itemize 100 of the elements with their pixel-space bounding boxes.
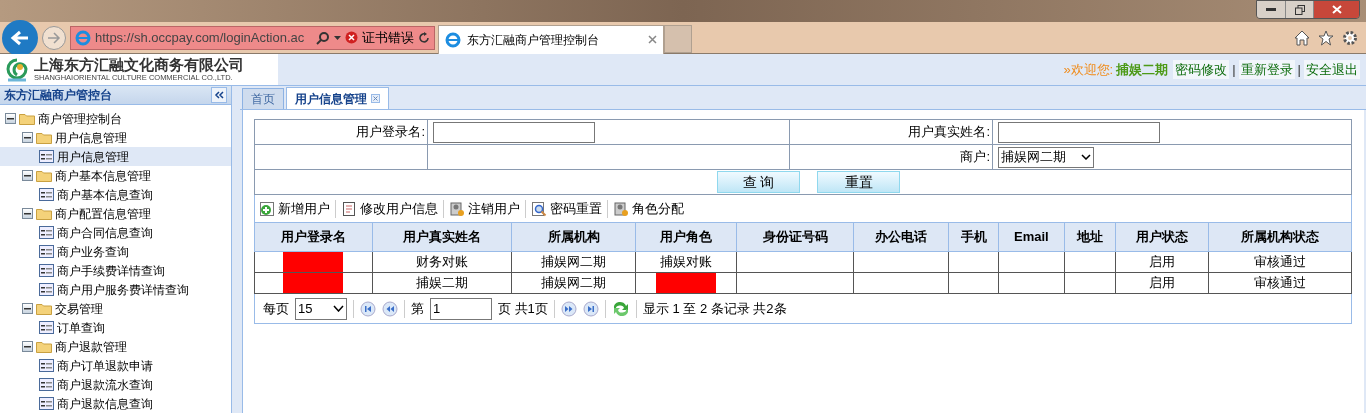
- tree-item[interactable]: 交易管理: [0, 299, 231, 318]
- form-button[interactable]: 重置: [817, 171, 900, 193]
- expander-icon[interactable]: [22, 208, 33, 219]
- form-icon: [39, 264, 54, 277]
- tree-item[interactable]: 商户基本信息管理: [0, 166, 231, 185]
- form-button[interactable]: 查 询: [717, 171, 800, 193]
- back-button[interactable]: [2, 19, 38, 56]
- table-cell: 捕娱二期: [372, 272, 512, 294]
- last-page-icon[interactable]: [582, 300, 599, 317]
- browser-logo-icon: [75, 29, 91, 46]
- close-icon[interactable]: [648, 35, 657, 44]
- column-header: 地址: [1064, 222, 1116, 252]
- url-text: https://sh.occpay.com/loginAction.ac: [94, 28, 306, 47]
- input-field[interactable]: [998, 121, 1160, 143]
- column-header: 办公电话: [853, 222, 949, 252]
- toolbar-button[interactable]: 密码重置: [531, 198, 602, 219]
- form-icon: [39, 378, 54, 391]
- form-icon: [39, 397, 54, 410]
- close-button[interactable]: [1313, 1, 1359, 18]
- tree-item[interactable]: 商户配置信息管理: [0, 204, 231, 223]
- page-number-field[interactable]: 1: [430, 297, 492, 320]
- folder-icon: [19, 112, 35, 125]
- search-icon: [316, 30, 331, 45]
- table-cell: 审核通过: [1208, 251, 1352, 273]
- welcome-text: »欢迎您:: [1063, 60, 1114, 79]
- column-header: 所属机构状态: [1208, 222, 1352, 252]
- select-field[interactable]: 捕娱网二期: [998, 146, 1094, 168]
- form-icon: [39, 150, 54, 163]
- folder-icon: [36, 340, 52, 353]
- back-arrow-icon: [10, 29, 30, 46]
- expander-icon[interactable]: [22, 341, 33, 352]
- separator: |: [1297, 60, 1301, 79]
- folder-icon: [36, 302, 52, 315]
- tree-item[interactable]: 订单查询: [0, 318, 231, 337]
- previous-page-icon[interactable]: [382, 300, 398, 317]
- expander-icon[interactable]: [22, 132, 33, 143]
- header-link[interactable]: 安全退出: [1304, 59, 1360, 80]
- page-count-text: 页 共1页: [498, 299, 548, 318]
- tree-item[interactable]: 用户信息管理: [0, 128, 231, 147]
- tree-item[interactable]: 商户退款管理: [0, 337, 231, 356]
- tree-item[interactable]: 商户退款信息查询: [0, 394, 231, 413]
- expander-icon[interactable]: [5, 113, 16, 124]
- first-page-icon[interactable]: [360, 300, 376, 317]
- expander-icon[interactable]: [22, 170, 33, 181]
- tree-item[interactable]: 用户信息管理: [0, 147, 231, 166]
- home-icon[interactable]: [1294, 29, 1310, 46]
- record-summary: 显示 1 至 2 条记录 共2条: [642, 299, 787, 318]
- tree-item[interactable]: 商户用户服务费详情查询: [0, 280, 231, 299]
- tree-item[interactable]: 商户业务查询: [0, 242, 231, 261]
- double-chevron-icon: [214, 91, 224, 99]
- tree-item[interactable]: 商户基本信息查询: [0, 185, 231, 204]
- header-link[interactable]: 重新登录: [1238, 59, 1295, 80]
- caret-icon: [1081, 154, 1091, 160]
- tree-item[interactable]: 商户合同信息查询: [0, 223, 231, 242]
- tab-title: 东方汇融商户管理控制台: [467, 31, 600, 49]
- column-header: 用户真实姓名: [372, 222, 512, 252]
- caret-icon: [333, 305, 344, 312]
- column-header: 用户登录名: [254, 222, 373, 252]
- page-tab[interactable]: 首页: [242, 88, 284, 109]
- header-link[interactable]: 密码修改: [1173, 59, 1230, 80]
- column-header: 手机: [948, 222, 999, 252]
- toolbar-button[interactable]: 新增用户: [259, 198, 330, 219]
- table-cell: 捕娱对账: [635, 251, 737, 273]
- next-page-icon[interactable]: [560, 300, 577, 317]
- address-bar[interactable]: https://sh.occpay.com/loginAction.ac 证书错误: [70, 25, 435, 50]
- input-field[interactable]: [433, 121, 595, 143]
- refresh-icon[interactable]: [611, 300, 630, 317]
- folder-icon: [36, 169, 52, 182]
- column-header: 用户状态: [1115, 222, 1209, 252]
- page-size-select[interactable]: 15: [295, 297, 347, 320]
- table-cell: 启用: [1115, 272, 1209, 294]
- minimize-button[interactable]: [1257, 1, 1285, 18]
- collapse-button[interactable]: [211, 87, 227, 103]
- column-header: 用户角色: [635, 222, 737, 252]
- star-icon[interactable]: [1318, 29, 1334, 46]
- form-icon: [39, 226, 54, 239]
- column-header: 所属机构: [511, 222, 636, 252]
- table-cell: 财务对账: [372, 251, 512, 273]
- tree-item[interactable]: 商户订单退款申请: [0, 356, 231, 375]
- restore-icon: [1294, 4, 1305, 15]
- settings-icon[interactable]: [1342, 29, 1358, 46]
- user-key-icon: [613, 200, 629, 217]
- browser-tab[interactable]: 东方汇融商户管理控制台: [438, 24, 664, 54]
- folder-icon: [36, 131, 52, 144]
- form-icon: [39, 245, 54, 258]
- tree-item[interactable]: 商户管理控制台: [0, 109, 231, 128]
- restore-button[interactable]: [1285, 1, 1313, 18]
- user-name: 捕娱二期: [1116, 60, 1169, 79]
- minimize-icon: [1266, 7, 1276, 12]
- certificate-error-text[interactable]: 证书错误: [362, 27, 415, 48]
- toolbar-button[interactable]: 注销用户: [449, 198, 520, 219]
- tree-item[interactable]: 商户退款流水查询: [0, 375, 231, 394]
- tree-item[interactable]: 商户手续费详情查询: [0, 261, 231, 280]
- expander-icon[interactable]: [22, 303, 33, 314]
- toolbar-button[interactable]: 角色分配: [613, 198, 684, 219]
- toolbar-button[interactable]: 修改用户信息: [341, 198, 438, 219]
- page-tab[interactable]: 用户信息管理: [286, 87, 389, 109]
- table-cell: 捕娱网二期: [511, 272, 636, 294]
- column-header: 身份证号码: [736, 222, 854, 252]
- close-icon[interactable]: [371, 94, 380, 103]
